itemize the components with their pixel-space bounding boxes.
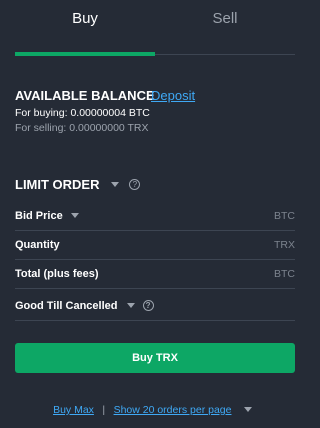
bid-price-label: Bid Price bbox=[15, 210, 79, 222]
chevron-down-icon[interactable] bbox=[70, 212, 79, 218]
quantity-field[interactable]: Quantity TRX bbox=[15, 231, 295, 260]
balance-for-selling: For selling: 0.00000000 TRX bbox=[15, 122, 149, 134]
buy-sell-tabs: Buy Sell bbox=[15, 0, 295, 57]
time-in-force-selector[interactable]: Good Till Cancelled ? bbox=[15, 292, 295, 321]
tab-sell[interactable]: Sell bbox=[155, 0, 295, 57]
chevron-down-icon[interactable] bbox=[126, 302, 135, 308]
help-icon[interactable]: ? bbox=[129, 179, 141, 191]
time-in-force-label: Good Till Cancelled ? bbox=[15, 299, 154, 312]
active-tab-indicator bbox=[15, 52, 155, 56]
total-unit: BTC bbox=[274, 268, 295, 280]
quantity-unit: TRX bbox=[274, 239, 295, 251]
total-label: Total (plus fees) bbox=[15, 268, 99, 280]
buy-max-link[interactable]: Buy Max bbox=[53, 404, 94, 416]
total-field[interactable]: Total (plus fees) BTC bbox=[15, 260, 295, 289]
balance-for-buying: For buying: 0.00000004 BTC bbox=[15, 107, 150, 119]
deposit-link[interactable]: Deposit bbox=[151, 88, 195, 103]
help-icon[interactable]: ? bbox=[142, 299, 154, 311]
bid-price-unit: BTC bbox=[274, 210, 295, 222]
chevron-down-icon[interactable] bbox=[110, 182, 119, 188]
order-type-label: LIMIT ORDER bbox=[15, 177, 100, 193]
show-orders-link[interactable]: Show 20 orders per page bbox=[114, 404, 232, 416]
quantity-label: Quantity bbox=[15, 239, 60, 251]
order-type-selector[interactable]: LIMIT ORDER ? bbox=[15, 176, 141, 193]
footer-links: Buy Max | Show 20 orders per page bbox=[0, 401, 305, 417]
footer-separator: | bbox=[102, 403, 106, 416]
available-balance-title: AVAILABLE BALANCE bbox=[15, 88, 155, 103]
chevron-down-icon[interactable] bbox=[243, 407, 252, 413]
buy-trx-button[interactable]: Buy TRX bbox=[15, 343, 295, 373]
bid-price-field[interactable]: Bid Price BTC bbox=[15, 202, 295, 231]
tab-buy[interactable]: Buy bbox=[15, 0, 155, 57]
